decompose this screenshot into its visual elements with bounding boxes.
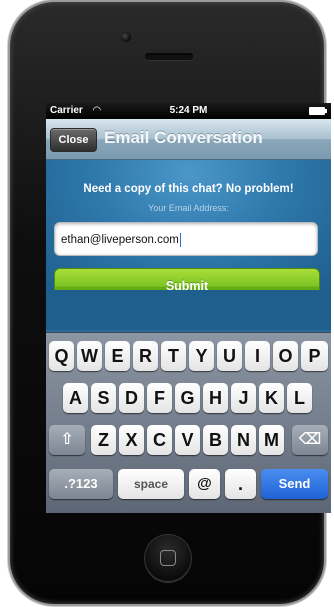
status-time: 5:24 PM xyxy=(169,105,208,116)
key-d[interactable]: D xyxy=(119,383,144,413)
key-f[interactable]: F xyxy=(147,383,172,413)
backspace-icon: ⌫ xyxy=(298,431,322,448)
key-a[interactable]: A xyxy=(63,383,88,413)
key-c[interactable]: C xyxy=(147,425,172,455)
keyboard: Q W E R T Y U I O P A S D F G H J K L ⇧ … xyxy=(46,332,331,513)
key-b[interactable]: B xyxy=(203,425,228,455)
key-k[interactable]: K xyxy=(259,383,284,413)
content-background xyxy=(46,290,331,330)
battery-icon xyxy=(309,107,327,115)
email-field-label: Your Email Address: xyxy=(148,203,229,213)
dot-key[interactable]: . xyxy=(225,469,256,499)
send-button[interactable]: Send xyxy=(261,469,328,499)
key-n[interactable]: N xyxy=(231,425,256,455)
earpiece-speaker xyxy=(145,53,193,60)
key-s[interactable]: S xyxy=(91,383,116,413)
key-j[interactable]: J xyxy=(231,383,256,413)
key-y[interactable]: Y xyxy=(189,341,214,371)
home-square-icon xyxy=(160,550,176,566)
screen: Carrier ◠ 5:24 PM Close Email Conversati… xyxy=(46,103,331,513)
email-field[interactable]: ethan@liveperson.com xyxy=(54,222,318,256)
key-v[interactable]: V xyxy=(175,425,200,455)
key-i[interactable]: I xyxy=(245,341,270,371)
key-l[interactable]: L xyxy=(287,383,312,413)
close-button[interactable]: Close xyxy=(50,128,97,152)
home-button[interactable] xyxy=(144,534,192,582)
key-o[interactable]: O xyxy=(273,341,298,371)
page-title: Email Conversation xyxy=(104,128,263,147)
key-p[interactable]: P xyxy=(301,341,328,371)
shift-icon: ⇧ xyxy=(60,431,74,448)
camera-icon xyxy=(121,32,131,42)
key-r[interactable]: R xyxy=(133,341,158,371)
key-t[interactable]: T xyxy=(161,341,186,371)
navigation-bar: Close Email Conversation xyxy=(46,119,331,160)
email-form: Need a copy of this chat? No problem! Yo… xyxy=(46,160,331,305)
phone-device: Carrier ◠ 5:24 PM Close Email Conversati… xyxy=(10,2,331,604)
space-key[interactable]: space xyxy=(118,469,184,499)
at-key[interactable]: @ xyxy=(189,469,220,499)
text-caret xyxy=(179,232,181,247)
key-u[interactable]: U xyxy=(217,341,242,371)
shift-key[interactable]: ⇧ xyxy=(49,425,85,455)
key-m[interactable]: M xyxy=(259,425,284,455)
email-field-value: ethan@liveperson.com xyxy=(61,234,179,246)
backspace-key[interactable]: ⌫ xyxy=(292,425,328,455)
key-e[interactable]: E xyxy=(105,341,130,371)
key-h[interactable]: H xyxy=(203,383,228,413)
prompt-text: Need a copy of this chat? No problem! xyxy=(83,183,294,195)
numbers-key[interactable]: .?123 xyxy=(49,469,113,499)
key-q[interactable]: Q xyxy=(49,341,74,371)
key-x[interactable]: X xyxy=(119,425,144,455)
key-w[interactable]: W xyxy=(77,341,102,371)
status-bar: Carrier ◠ 5:24 PM xyxy=(46,103,331,119)
key-g[interactable]: G xyxy=(175,383,200,413)
key-z[interactable]: Z xyxy=(91,425,116,455)
